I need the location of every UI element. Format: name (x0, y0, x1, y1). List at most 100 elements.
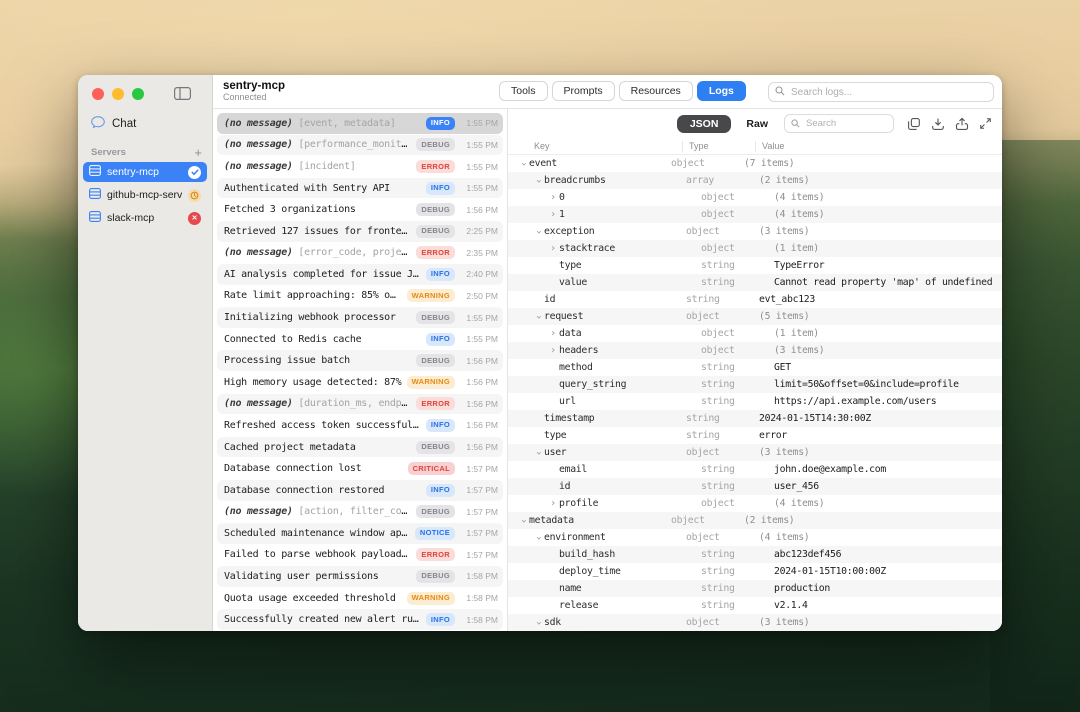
json-key: email (559, 464, 587, 475)
expand-icon[interactable] (979, 117, 992, 130)
chevron-down-icon[interactable]: › (533, 447, 543, 458)
json-row[interactable]: ›0object(4 items) (508, 189, 1002, 206)
chevron-down-icon[interactable]: › (533, 311, 543, 322)
search-input[interactable] (789, 86, 987, 99)
json-type: string (680, 430, 752, 441)
chevron-right-icon[interactable]: › (547, 346, 559, 356)
log-time: 1:55 PM (459, 313, 498, 323)
json-row[interactable]: ›breadcrumbsarray(2 items) (508, 172, 1002, 189)
log-row[interactable]: (no message) [incident]ERROR1:55 PM (217, 156, 503, 177)
no-message-label: (no message) (224, 118, 293, 129)
tab-logs[interactable]: Logs (697, 81, 746, 101)
json-row[interactable]: ›environmentobject(4 items) (508, 529, 1002, 546)
json-key-cell: ›0 (508, 192, 695, 203)
log-row[interactable]: Connected to Redis cacheINFO1:55 PM (217, 329, 503, 350)
log-row[interactable]: Validating user permissionsDEBUG1:58 PM (217, 566, 503, 587)
log-level-badge: DEBUG (416, 138, 455, 151)
tab-resources[interactable]: Resources (619, 81, 693, 101)
logs-search[interactable] (768, 82, 994, 102)
log-row[interactable]: Rate limit approaching: 85% of quota…WAR… (217, 286, 503, 307)
json-row[interactable]: ›userobject(3 items) (508, 444, 1002, 461)
log-row[interactable]: Initializing webhook processorDEBUG1:55 … (217, 307, 503, 328)
chevron-down-icon[interactable]: › (533, 226, 543, 237)
json-key-cell: ›event (508, 158, 665, 169)
json-key-cell: deploy_time (508, 566, 695, 577)
log-row[interactable]: (no message) [action, filter_count, re…D… (217, 501, 503, 522)
json-row[interactable]: ›dataobject(1 item) (508, 325, 1002, 342)
sidebar-item-server[interactable]: sentry-mcp (83, 162, 207, 182)
sidebar-toggle-icon[interactable] (174, 87, 191, 100)
json-row[interactable]: ›sdkobject(3 items) (508, 614, 1002, 631)
sidebar-item-server[interactable]: slack-mcp✕ (83, 208, 207, 228)
json-row[interactable]: ›headersobject(3 items) (508, 342, 1002, 359)
tab-tools[interactable]: Tools (499, 81, 548, 101)
view-toggle-raw[interactable]: Raw (746, 118, 768, 130)
download-icon[interactable] (931, 117, 945, 131)
log-row[interactable]: Retrieved 127 issues for frontend proj…D… (217, 221, 503, 242)
json-value: john.doe@example.com (767, 464, 1002, 475)
log-row[interactable]: AI analysis completed for issue JAVASCR…… (217, 264, 503, 285)
log-row[interactable]: Authenticated with Sentry APIINFO1:55 PM (217, 178, 503, 199)
chevron-right-icon[interactable]: › (547, 193, 559, 203)
log-row[interactable]: Cached project metadataDEBUG1:56 PM (217, 437, 503, 458)
chevron-right-icon[interactable]: › (547, 244, 559, 254)
chevron-right-icon[interactable]: › (547, 329, 559, 339)
log-row[interactable]: Quota usage exceeded thresholdWARNING1:5… (217, 588, 503, 609)
log-row[interactable]: (no message) [performance_monitoring]DEB… (217, 135, 503, 156)
json-key-cell: url (508, 396, 695, 407)
json-row[interactable]: ›requestobject(5 items) (508, 308, 1002, 325)
no-message-label: (no message) (224, 247, 293, 258)
chevron-right-icon[interactable]: › (547, 210, 559, 220)
log-row[interactable]: Database connection lostCRITICAL1:57 PM (217, 458, 503, 479)
zoom-window-button[interactable] (132, 88, 144, 100)
log-row[interactable]: (no message) [event, metadata]INFO1:55 P… (217, 113, 503, 134)
copy-icon[interactable] (907, 117, 921, 131)
chevron-down-icon[interactable]: › (533, 617, 543, 628)
log-row[interactable]: (no message) [error_code, project, req…E… (217, 242, 503, 263)
log-row[interactable]: Successfully created new alert ruleINFO1… (217, 609, 503, 630)
log-message: Rate limit approaching: 85% of quota… (224, 290, 402, 301)
json-row[interactable]: ›1object(4 items) (508, 206, 1002, 223)
log-level-badge: DEBUG (416, 354, 455, 367)
inspector-search[interactable] (784, 114, 894, 133)
json-row[interactable]: ›exceptionobject(3 items) (508, 223, 1002, 240)
chevron-down-icon[interactable]: › (533, 532, 543, 543)
json-value: (4 items) (767, 192, 1002, 203)
json-value: (3 items) (752, 447, 1002, 458)
json-row[interactable]: ›metadataobject(2 items) (508, 512, 1002, 529)
log-row[interactable]: Failed to parse webhook payload: malfo…E… (217, 545, 503, 566)
chevron-down-icon[interactable]: › (533, 175, 543, 186)
sidebar-item-chat[interactable]: Chat (78, 108, 212, 137)
json-value: (1 item) (767, 243, 1002, 254)
log-row[interactable]: Processing issue batchDEBUG1:56 PM (217, 350, 503, 371)
log-row[interactable]: (no message) [duration_ms, endpoint, e…E… (217, 394, 503, 415)
close-window-button[interactable] (92, 88, 104, 100)
json-row[interactable]: ›profileobject(4 items) (508, 495, 1002, 512)
log-level-badge: WARNING (407, 592, 455, 605)
log-row[interactable]: Database connection restoredINFO1:57 PM (217, 480, 503, 501)
sidebar-item-server[interactable]: github-mcp-server (83, 185, 207, 205)
json-key: type (544, 430, 566, 441)
json-key: name (559, 583, 581, 594)
view-toggle-json[interactable]: JSON (677, 115, 732, 133)
chevron-right-icon[interactable]: › (547, 499, 559, 509)
share-icon[interactable] (955, 117, 969, 131)
tab-prompts[interactable]: Prompts (552, 81, 615, 101)
json-row[interactable]: ›stacktraceobject(1 item) (508, 240, 1002, 257)
json-type: object (695, 192, 767, 203)
chat-icon (91, 116, 105, 131)
inspector-search-input[interactable] (804, 117, 887, 130)
json-key-cell: ›breadcrumbs (508, 175, 680, 186)
json-value: (5 items) (752, 311, 1002, 322)
json-row[interactable]: ›eventobject(7 items) (508, 155, 1002, 172)
add-server-button[interactable]: + (194, 148, 202, 158)
log-row[interactable]: High memory usage detected: 87%WARNING1:… (217, 372, 503, 393)
chevron-down-icon[interactable]: › (518, 158, 528, 169)
minimize-window-button[interactable] (112, 88, 124, 100)
log-row[interactable]: Scheduled maintenance window approachi…N… (217, 523, 503, 544)
log-fields: [error_code, project, req… (293, 247, 412, 258)
chevron-down-icon[interactable]: › (518, 515, 528, 526)
log-row[interactable]: Fetched 3 organizationsDEBUG1:56 PM (217, 199, 503, 220)
json-key-cell: query_string (508, 379, 695, 390)
log-row[interactable]: Refreshed access token successfullyINFO1… (217, 415, 503, 436)
